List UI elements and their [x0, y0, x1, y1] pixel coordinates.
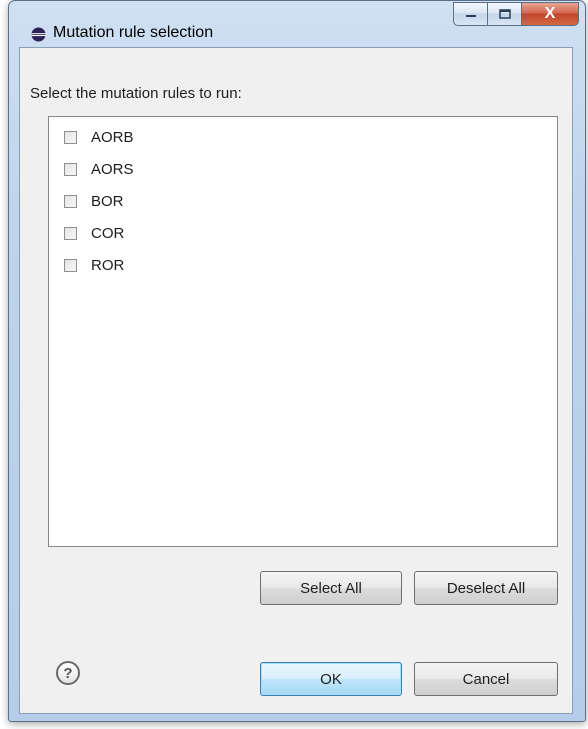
close-button[interactable]: X — [521, 2, 579, 26]
help-icon[interactable]: ? — [56, 661, 80, 685]
rule-item-cor[interactable]: COR — [64, 222, 124, 244]
maximize-icon — [498, 9, 511, 19]
rule-item-ror[interactable]: ROR — [64, 254, 124, 276]
rule-label: AORS — [91, 160, 134, 178]
rule-item-aors[interactable]: AORS — [64, 158, 134, 180]
checkbox[interactable] — [64, 162, 77, 176]
rules-checklist[interactable]: AORB AORS BOR COR ROR — [48, 116, 558, 547]
title-bar[interactable]: Mutation rule selection X — [9, 1, 585, 42]
checkbox[interactable] — [64, 258, 77, 272]
window-title: Mutation rule selection — [53, 24, 214, 41]
maximize-button[interactable] — [487, 2, 521, 26]
cancel-button[interactable]: Cancel — [414, 662, 558, 696]
rule-label: ROR — [91, 256, 125, 274]
minimize-icon — [465, 15, 476, 17]
minimize-button[interactable] — [453, 2, 487, 26]
eclipse-icon — [31, 27, 46, 42]
rule-item-aorb[interactable]: AORB — [64, 126, 134, 148]
rule-item-bor[interactable]: BOR — [64, 190, 124, 212]
deselect-all-button[interactable]: Deselect All — [414, 571, 558, 605]
instruction-label: Select the mutation rules to run: — [30, 85, 242, 102]
caption-buttons: X — [453, 2, 579, 28]
select-all-button[interactable]: Select All — [260, 571, 402, 605]
rule-label: AORB — [91, 128, 134, 146]
rule-label: BOR — [91, 192, 124, 210]
checkbox[interactable] — [64, 130, 77, 144]
ok-button[interactable]: OK — [260, 662, 402, 696]
rule-label: COR — [91, 224, 125, 242]
close-icon: X — [544, 5, 556, 22]
checkbox[interactable] — [64, 226, 77, 240]
checkbox[interactable] — [64, 194, 77, 208]
